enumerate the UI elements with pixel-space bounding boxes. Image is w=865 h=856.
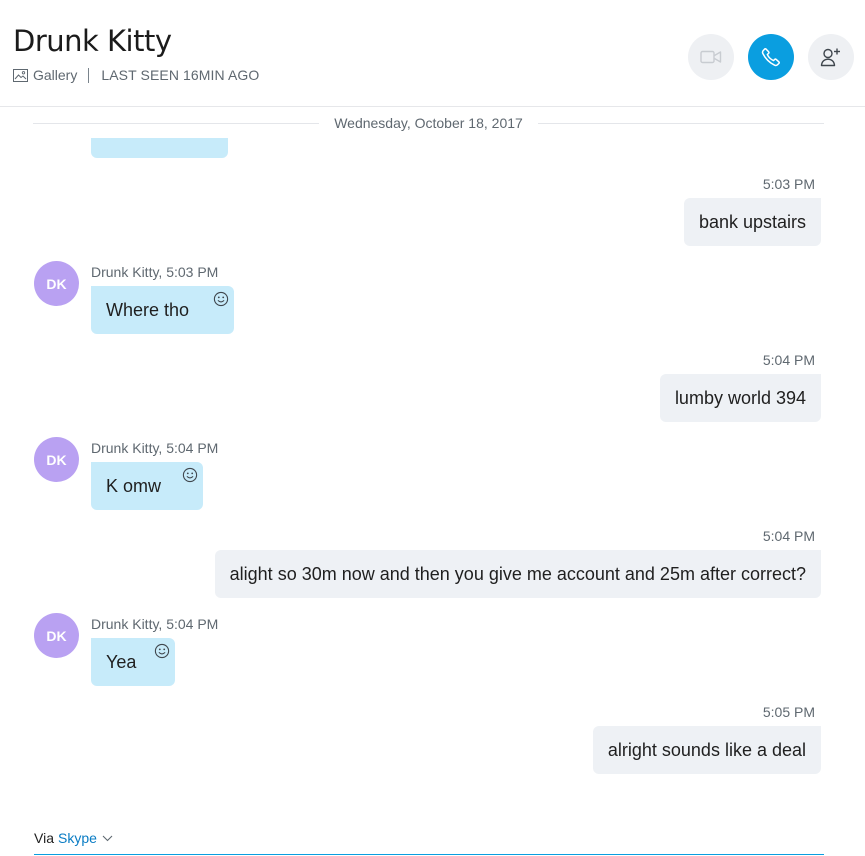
message-timestamp: 5:04 PM — [762, 352, 815, 368]
smiley-reaction-icon[interactable] — [154, 643, 170, 659]
message-text: K omw — [106, 476, 162, 496]
via-selector: Via Skype — [34, 830, 113, 846]
chevron-down-icon[interactable] — [102, 835, 113, 842]
avatar[interactable]: DK — [34, 261, 79, 306]
avatar[interactable]: DK — [34, 613, 79, 658]
sender-meta: Drunk Kitty, 5:04 PM — [91, 616, 218, 632]
gallery-link[interactable]: Gallery — [33, 67, 77, 83]
add-person-icon — [820, 48, 840, 67]
contact-subline: Gallery LAST SEEN 16MIN AGO — [13, 66, 259, 84]
outgoing-message-bubble[interactable]: alight so 30m now and then you give me a… — [214, 550, 821, 598]
date-divider: Wednesday, October 18, 2017 — [33, 112, 825, 134]
audio-call-button[interactable] — [748, 34, 794, 80]
outgoing-message-bubble[interactable]: lumby world 394 — [659, 374, 821, 422]
message-text: Yea — [106, 652, 137, 672]
message-timestamp: 5:04 PM — [762, 528, 815, 544]
add-people-button[interactable] — [808, 34, 854, 80]
subline-divider — [88, 67, 90, 83]
outgoing-message-bubble[interactable]: alright sounds like a deal — [592, 726, 821, 774]
composer-input-underline[interactable] — [34, 854, 824, 855]
divider-line — [537, 122, 825, 124]
video-call-button[interactable] — [688, 34, 734, 80]
message-bubble-partial[interactable] — [91, 138, 228, 158]
date-label: Wednesday, October 18, 2017 — [334, 115, 523, 131]
smiley-reaction-icon[interactable] — [213, 291, 229, 307]
via-label: Via — [34, 830, 54, 846]
contact-name[interactable]: Drunk Kitty — [13, 24, 172, 58]
outgoing-message-bubble[interactable]: bank upstairs — [683, 198, 821, 246]
via-service-dropdown[interactable]: Skype — [58, 830, 97, 846]
divider-line — [33, 122, 320, 124]
sender-meta: Drunk Kitty, 5:04 PM — [91, 440, 218, 456]
last-seen-status: LAST SEEN 16MIN AGO — [101, 67, 260, 83]
smiley-reaction-icon[interactable] — [182, 467, 198, 483]
gallery-icon[interactable] — [13, 68, 28, 82]
phone-icon — [761, 48, 780, 67]
message-text: Where tho — [106, 300, 190, 320]
sender-meta: Drunk Kitty, 5:03 PM — [91, 264, 218, 280]
sender-name: Drunk Kitty, — [91, 264, 163, 280]
sender-name: Drunk Kitty, — [91, 440, 163, 456]
message-timestamp: 5:05 PM — [762, 704, 815, 720]
message-timestamp: 5:04 PM — [166, 616, 219, 632]
message-timestamp: 5:04 PM — [166, 440, 219, 456]
chat-window: Drunk Kitty Gallery LAST SEEN 16MIN AGO — [0, 0, 865, 856]
conversation-header: Drunk Kitty Gallery LAST SEEN 16MIN AGO — [0, 0, 865, 107]
avatar[interactable]: DK — [34, 437, 79, 482]
message-timestamp: 5:03 PM — [166, 264, 219, 280]
video-camera-icon — [700, 50, 722, 64]
message-timestamp: 5:03 PM — [762, 176, 815, 192]
sender-name: Drunk Kitty, — [91, 616, 163, 632]
